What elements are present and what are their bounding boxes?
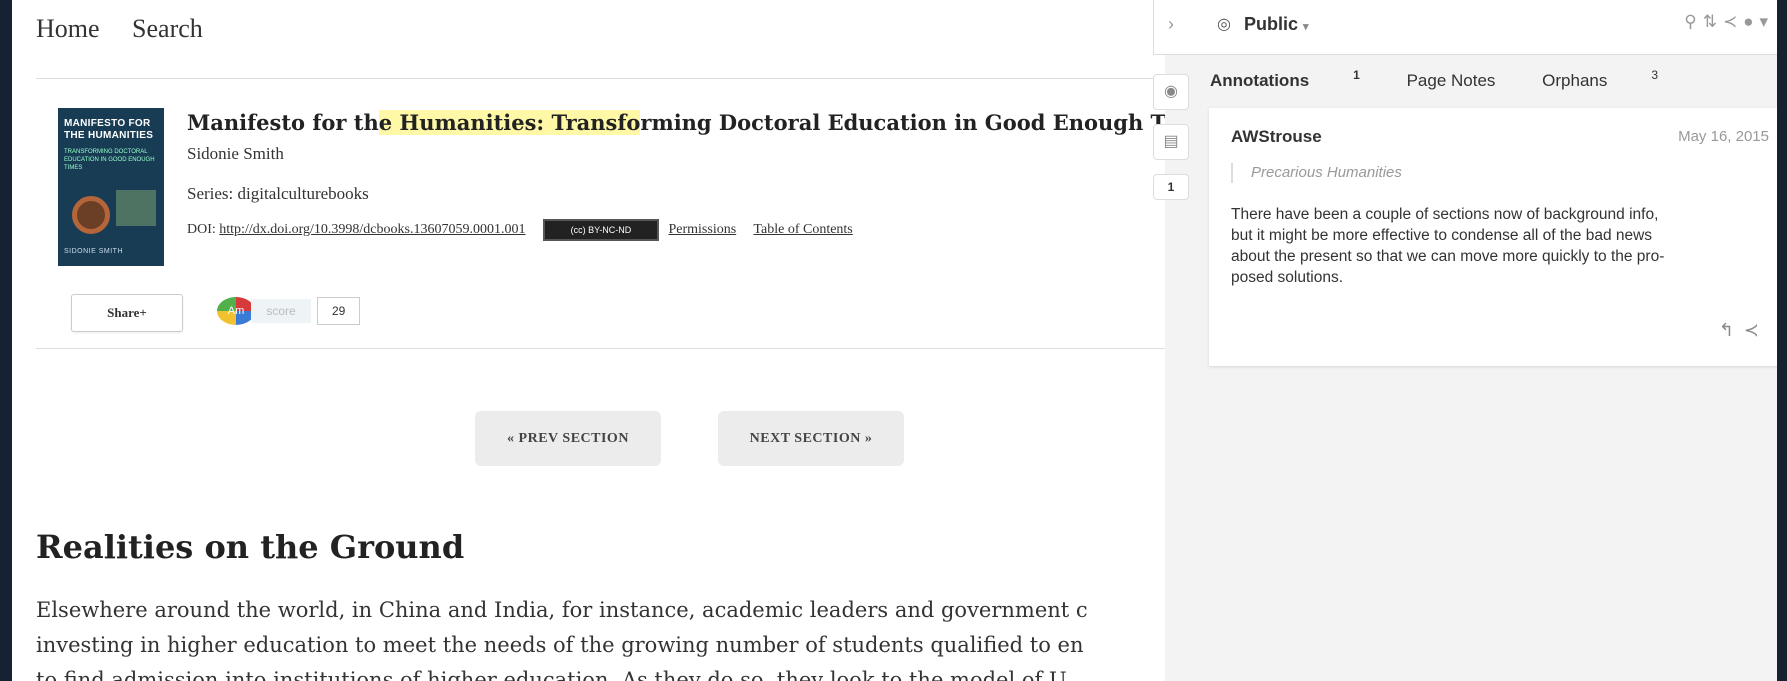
altmetric-score-label: score [251, 299, 311, 323]
cover-author: SIDONIE SMITH [64, 248, 124, 255]
search-icon[interactable]: ⚲ [1684, 12, 1702, 31]
share-icon[interactable]: ≺ [1723, 12, 1743, 31]
chevron-right-icon[interactable]: › [1168, 14, 1174, 35]
eye-icon[interactable]: ◉ [1153, 74, 1189, 110]
annotation-card[interactable]: AWStrouse May 16, 2015 Precarious Humani… [1209, 108, 1777, 366]
body-line: to find admission into institutions of h… [36, 668, 1067, 681]
permissions-link[interactable]: Permissions [668, 222, 736, 237]
home-link[interactable]: Home [36, 14, 100, 43]
annotation-body: There have been a couple of sections now… [1231, 206, 1665, 286]
cover-art [116, 190, 156, 226]
divider [36, 348, 1166, 349]
annotation-count-badge[interactable]: 1 [1153, 174, 1189, 200]
share-button[interactable]: Share+ [71, 294, 183, 332]
annotation-actions: ↰≺ [1719, 320, 1769, 341]
book-cover: MANIFESTO FOR THE HUMANITIES TRANSFORMING… [58, 108, 164, 266]
next-section-button[interactable]: NEXT SECTION » [718, 411, 904, 466]
share-icon[interactable]: ≺ [1744, 320, 1769, 340]
sort-icon[interactable]: ⇅ [1703, 12, 1723, 31]
cover-title: MANIFESTO FOR THE HUMANITIES [64, 118, 154, 141]
cc-license-badge[interactable]: (cc) BY-NC-ND [542, 219, 659, 241]
body-line: Elsewhere around the world, in China and… [36, 598, 1088, 622]
divider [36, 78, 1166, 79]
annotation-user[interactable]: AWStrouse [1231, 127, 1322, 147]
notes-icon[interactable]: ▤ [1153, 124, 1189, 160]
search-link[interactable]: Search [132, 14, 203, 43]
book-author: Sidonie Smith [187, 144, 284, 163]
tab-orphans[interactable]: Orphans 3 [1542, 68, 1658, 90]
reply-icon[interactable]: ↰ [1719, 320, 1744, 340]
doi-label: DOI: [187, 222, 216, 238]
annotation-date[interactable]: May 16, 2015 [1678, 128, 1769, 145]
body-text: Elsewhere around the world, in China and… [36, 593, 1161, 681]
cover-subtitle: TRANSFORMING DOCTORAL EDUCATION IN GOOD … [64, 149, 155, 171]
tab-annotations[interactable]: Annotations 1 [1210, 68, 1360, 90]
top-nav: Home Search [36, 14, 229, 44]
altmetric-score: 29 [317, 297, 361, 325]
tab-page-notes[interactable]: Page Notes [1407, 71, 1496, 90]
book-title: Manifesto for the Humanities: Transformi… [187, 110, 1222, 135]
toolbar-icons: ⚲⇅≺●▾ [1684, 12, 1774, 32]
toc-link[interactable]: Table of Contents [753, 222, 852, 237]
sidebar-tabs: Annotations 1 Page Notes Orphans 3 [1210, 68, 1700, 91]
altmetric-donut-icon: Am [217, 297, 255, 325]
prev-section-button[interactable]: « PREV SECTION [475, 411, 661, 466]
altmetric-badge[interactable]: Am score 29 [217, 297, 361, 325]
book-series: Series: digitalculturebooks [187, 184, 369, 203]
highlighted-text[interactable]: e Humanities: Transfo [378, 110, 641, 135]
user-icon[interactable]: ●▾ [1743, 12, 1774, 31]
body-line: investing in higher education to meet th… [36, 633, 1084, 657]
annotation-quote: Precarious Humanities [1231, 163, 1402, 183]
sidebar-toolbar: › ◎ Public ▾ ⚲⇅≺●▾ [1153, 0, 1777, 55]
main-page: Home Search MANIFESTO FOR THE HUMANITIES … [12, 0, 1777, 681]
globe-icon: ◎ [1217, 16, 1231, 33]
section-heading: Realities on the Ground [36, 528, 465, 566]
doi-link[interactable]: http://dx.doi.org/10.3998/dcbooks.136070… [219, 222, 525, 237]
doi-line: DOI: http://dx.doi.org/10.3998/dcbooks.1… [187, 219, 853, 241]
cover-swirl [72, 196, 110, 234]
scope-dropdown[interactable]: Public ▾ [1244, 14, 1309, 35]
